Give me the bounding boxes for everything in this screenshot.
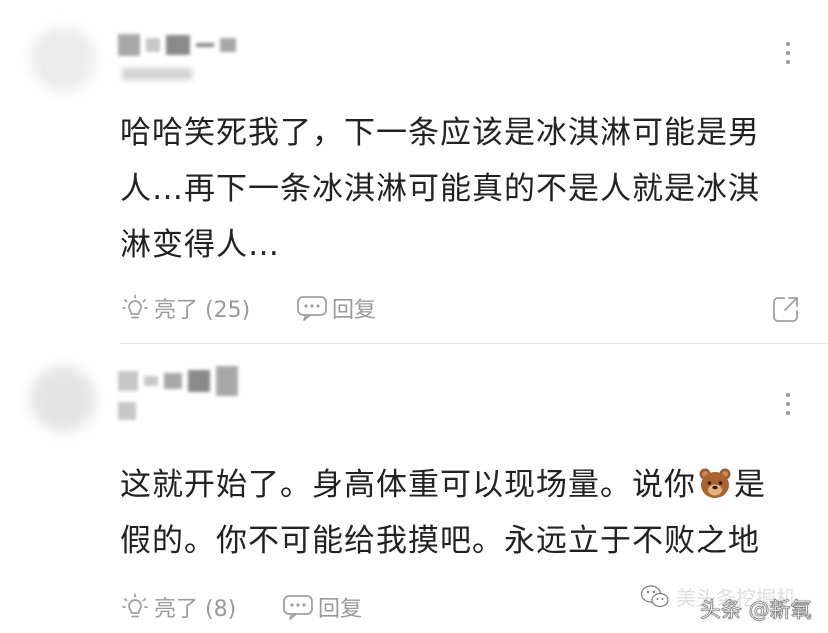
bear-emoji — [699, 468, 731, 498]
like-count-label: 亮了 (25) — [154, 298, 251, 323]
comment-actions: 亮了 (25) 回复 — [120, 292, 376, 324]
share-icon[interactable] — [771, 294, 801, 328]
more-vertical-icon[interactable] — [784, 393, 792, 415]
like-count-label: 亮了 (8) — [154, 597, 237, 622]
lightbulb-icon — [122, 294, 148, 319]
comment-actions: 亮了 (8) 回复 — [120, 591, 362, 623]
more-vertical-icon[interactable] — [784, 42, 792, 64]
username-redacted[interactable] — [118, 366, 238, 420]
comment-bubble-icon — [297, 296, 327, 321]
comment-text: 这就开始了。身高体重可以现场量。说你 是假的。你不可能给我摸吧。永远立于不败之地 — [120, 457, 790, 569]
wechat-icon — [640, 584, 669, 607]
reply-button[interactable]: 回复 — [296, 292, 376, 324]
avatar[interactable] — [30, 366, 96, 432]
comment-text: 哈哈笑死我了，下一条应该是冰淇淋可能是男人…再下一条冰淇淋可能真的不是人就是冰淇… — [120, 115, 760, 263]
like-button[interactable]: 亮了 (8) — [120, 591, 282, 623]
watermark-author-text: 头条 @新氧 — [700, 598, 812, 623]
reply-label: 回复 — [318, 597, 363, 622]
reply-label: 回复 — [332, 298, 377, 323]
like-button[interactable]: 亮了 (25) — [120, 292, 296, 324]
watermark: 美头条挖掘机 头条 @新氧 — [640, 582, 812, 622]
reply-button[interactable]: 回复 — [282, 591, 362, 623]
comment-text-part: 这就开始了。身高体重可以现场量。说你 — [120, 467, 696, 503]
username-redacted[interactable] — [118, 34, 236, 56]
avatar[interactable] — [30, 26, 96, 92]
comment-item: 哈哈笑死我了，下一条应该是冰淇淋可能是男人…再下一条冰淇淋可能真的不是人就是冰淇… — [0, 0, 828, 344]
comment-meta-redacted — [122, 68, 192, 80]
lightbulb-icon — [122, 593, 148, 618]
comment-bubble-icon — [283, 595, 313, 620]
